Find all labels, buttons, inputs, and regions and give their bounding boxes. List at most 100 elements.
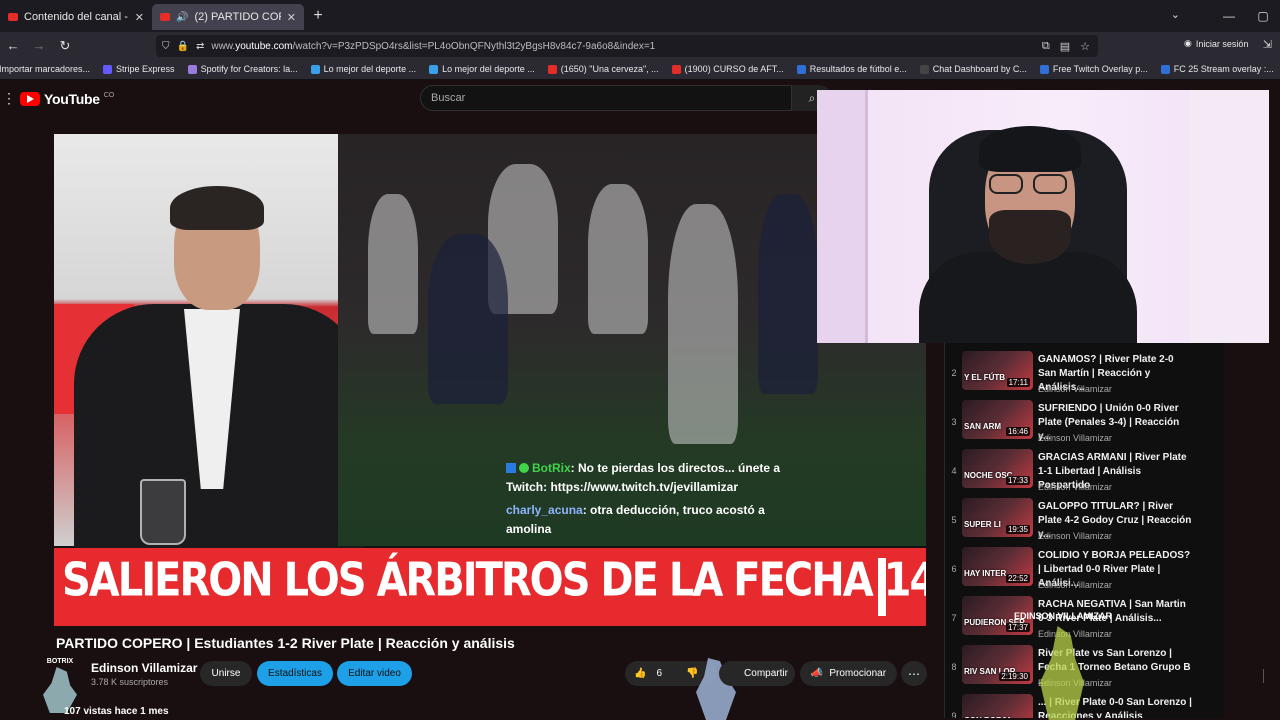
playlist-item[interactable]: 2Y EL FÚTB 17:11 GANAMOS? | River Plate 2-… [945, 346, 1224, 395]
new-tab-button[interactable]: + [304, 7, 332, 25]
reader-view-icon[interactable]: ▤ [1060, 40, 1070, 53]
bookmark-favicon-icon [1039, 64, 1049, 74]
playlist-item[interactable]: 5 SUPER LI 19:35 GALOPPO TITULAR? | River P… [945, 493, 1224, 542]
window-controls: — ▢ [1212, 0, 1280, 32]
stats-button[interactable]: Estadísticas [257, 661, 333, 686]
bookmark-item[interactable]: (1900) CURSO de AFT... [671, 64, 784, 74]
close-icon[interactable]: ✕ [287, 11, 296, 24]
video-duration: 17:11 [1006, 378, 1030, 387]
search-input[interactable]: Buscar [420, 85, 792, 111]
video-duration: 22:52 [1005, 574, 1030, 583]
video-thumbnail[interactable]: SAN ARM 16:46 [962, 400, 1033, 439]
playlist-item[interactable]: 4 NOCHE OSC 17:33 GRACIAS ARMANI | River Pl… [945, 444, 1224, 493]
speaker-icon[interactable]: 🔊 [176, 12, 188, 23]
playlist-index: 5 [951, 515, 957, 525]
playlist-channel: Edinson Villamizar [1038, 433, 1112, 443]
thumbs-up-icon: 👍 [634, 668, 647, 679]
bookmark-item[interactable]: Resultados de fútbol e... [796, 64, 907, 74]
close-icon[interactable]: ✕ [135, 11, 144, 24]
channel-name[interactable]: Edinson Villamizar [91, 661, 197, 675]
playlist-index: 7 [951, 613, 957, 623]
maximize-icon[interactable]: ▢ [1246, 9, 1280, 23]
forward-button[interactable]: → [26, 38, 52, 53]
bookmark-item[interactable]: Lo mejor del deporte ... [310, 64, 416, 74]
bookmark-item[interactable]: Lo mejor del deporte ... [429, 64, 535, 74]
edit-video-button[interactable]: Editar video [337, 661, 412, 686]
video-thumbnail[interactable]: RIV SAN LOR 2:19:30 [962, 645, 1033, 684]
playlist-channel: Edinson Villamizar [1038, 384, 1112, 394]
url-text: www.youtube.com/watch?v=P3zPDSpO4rs&list… [211, 40, 656, 52]
playlist-channel: Edinson Villamizar [1038, 629, 1112, 639]
bookmark-favicon-icon [103, 64, 113, 74]
thumbnail-caption: CON BORJA [964, 716, 1012, 718]
bookmark-favicon-icon [796, 64, 806, 74]
bookmark-item[interactable]: FC 25 Stream overlay :... [1160, 64, 1274, 74]
menu-icon[interactable]: ⋮ [2, 90, 16, 107]
signin-button[interactable]: ◉ Iniciar sesión [1184, 38, 1248, 49]
address-bar[interactable]: ⛉ 🔒 ⇄ www.youtube.com/watch?v=P3zPDSpO4r… [156, 35, 1098, 57]
moderator-badge-icon [506, 463, 516, 473]
tab-label: Contenido del canal - YouTube [24, 11, 129, 23]
channel-row: BOTRIX Edinson Villamizar 3.78 K suscrip… [40, 658, 1264, 720]
bookmark-item[interactable]: Free Twitch Overlay p... [1039, 64, 1148, 74]
chevron-down-icon[interactable]: ⌄ [1171, 8, 1180, 21]
water-glass [140, 479, 186, 545]
bookmark-favicon-icon [429, 64, 439, 74]
minimize-icon[interactable]: — [1212, 9, 1246, 23]
playlist-index: 4 [951, 466, 957, 476]
playlist-item[interactable]: 6 HAY INTER 22:52 COLIDIO Y BORJA PELEADOS?… [945, 542, 1224, 591]
permissions-icon[interactable]: ⇄ [196, 41, 204, 52]
bookmark-favicon-icon [187, 64, 197, 74]
video-thumbnail[interactable]: CON BORJA [962, 694, 1033, 718]
video-duration: 17:33 [1005, 476, 1030, 485]
webcam-overlay [817, 90, 1269, 343]
more-options-icon[interactable]: ⋯ [901, 661, 927, 686]
bookmark-favicon-icon [310, 64, 320, 74]
promote-button[interactable]: 📣 Promocionar [800, 661, 897, 686]
lock-icon[interactable]: 🔒 [177, 41, 189, 52]
account-icon: ◉ [1184, 38, 1192, 48]
bookmark-item[interactable]: Stripe Express [103, 64, 175, 74]
share-button[interactable]: Compartir [719, 661, 795, 686]
join-button[interactable]: Unirse [200, 661, 252, 686]
playlist-index: 3 [951, 417, 957, 427]
tab-video[interactable]: 🔊 (2) PARTIDO COPERO | Estu ✕ [152, 4, 304, 30]
thumbs-down-icon[interactable]: 👎 [686, 668, 698, 679]
bookmark-star-icon[interactable]: ☆ [1080, 40, 1090, 53]
extensions-icon[interactable]: ⇲ [1263, 38, 1272, 51]
youtube-logo[interactable]: YouTube CO [20, 91, 114, 107]
like-count: 6 [656, 668, 663, 679]
playlist-index: 2 [951, 368, 957, 378]
playlist-channel: Edinson Villamizar [1038, 482, 1112, 492]
picture-in-picture-icon[interactable]: ⧉ [1042, 40, 1050, 53]
video-duration: 17:37 [1005, 623, 1030, 632]
youtube-favicon-icon [8, 13, 18, 21]
tab-label: (2) PARTIDO COPERO | Estu [194, 11, 280, 23]
bookmark-favicon-icon [547, 64, 557, 74]
thumbnail-caption: Y EL FÚTB [964, 373, 1006, 382]
bookmark-item[interactable]: Chat Dashboard by C... [919, 64, 1027, 74]
bookmark-favicon-icon [671, 64, 681, 74]
news-banner: SALIERON LOS ÁRBITROS DE LA FECHA 14: LA… [54, 548, 926, 626]
playlist-index: 9 [951, 711, 957, 718]
bookmark-item[interactable]: (1650) "Una cerveza", ... [547, 64, 659, 74]
back-button[interactable]: ← [0, 38, 26, 53]
reload-button[interactable]: ↻ [52, 38, 78, 54]
bookmark-item[interactable]: Importar marcadores... [0, 64, 90, 74]
playlist-channel: Edinson Villamizar [1038, 580, 1112, 590]
video-thumbnail[interactable]: SUPER LI 19:35 [962, 498, 1033, 537]
tab-channel-content[interactable]: Contenido del canal - YouTube ✕ [0, 4, 152, 30]
video-player[interactable]: BotRix: No te pierdas los directos... ún… [54, 134, 926, 626]
playlist-item[interactable]: 9CON BORJA... | River Plate 0-0 San Lore… [945, 689, 1224, 718]
bookmark-favicon-icon [919, 64, 929, 74]
verified-badge-icon [519, 463, 529, 473]
shield-icon[interactable]: ⛉ [162, 41, 170, 52]
playlist-item[interactable]: 3 SAN ARM 16:46 SUFRIENDO | Unión 0-0 River… [945, 395, 1224, 444]
studio-scene [54, 134, 364, 564]
video-thumbnail[interactable]: NOCHE OSC 17:33 [962, 449, 1033, 488]
playlist-item[interactable]: 8 RIV SAN LOR 2:19:30 River Plate vs San Lo… [945, 640, 1224, 689]
youtube-favicon-icon [160, 13, 170, 21]
video-thumbnail[interactable]: Y EL FÚTB 17:11 [962, 351, 1033, 390]
video-thumbnail[interactable]: HAY INTER 22:52 [962, 547, 1033, 586]
bookmark-item[interactable]: Spotify for Creators: la... [187, 64, 298, 74]
